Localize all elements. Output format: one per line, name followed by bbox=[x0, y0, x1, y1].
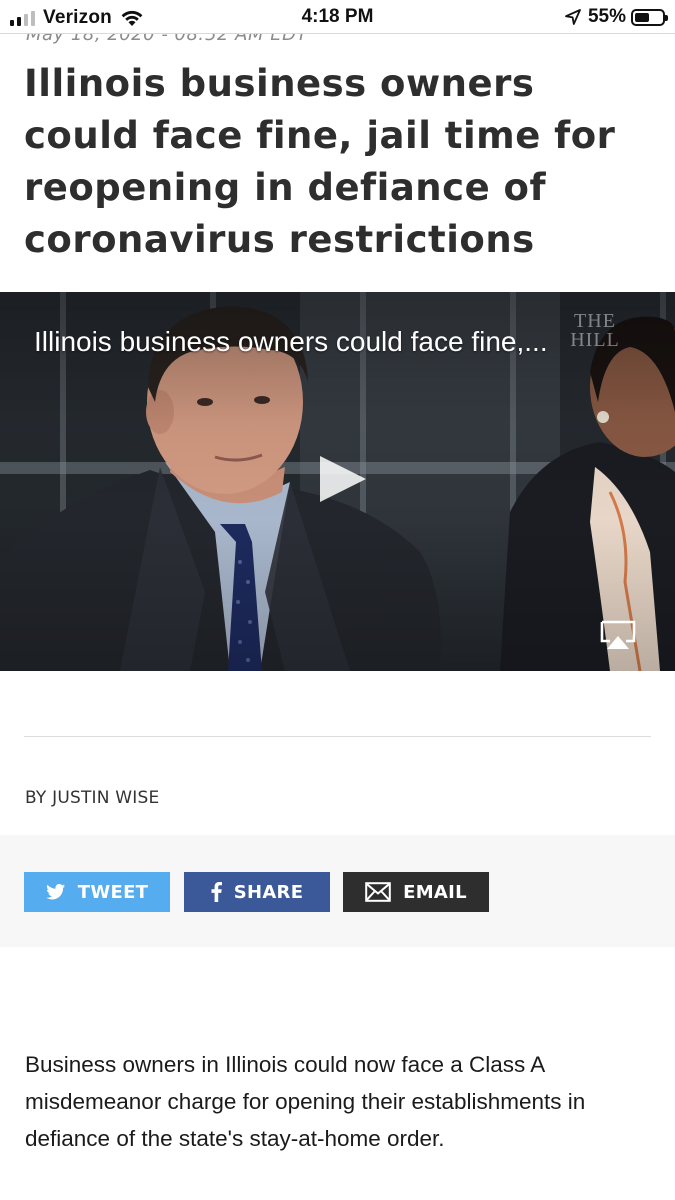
article-body-paragraph: Business owners in Illinois could now fa… bbox=[25, 1052, 586, 1151]
battery-fill bbox=[635, 12, 650, 22]
facebook-share-button[interactable]: SHARE bbox=[184, 872, 330, 912]
status-right: 55% bbox=[564, 6, 668, 28]
video-player[interactable]: THE HILL Illinois business owners could … bbox=[0, 292, 675, 671]
section-divider bbox=[24, 736, 651, 737]
article-page: Verizon 4:18 PM 55% May 18, 2020 - 08:52… bbox=[0, 0, 675, 1200]
email-label: EMAIL bbox=[403, 881, 467, 903]
facebook-icon bbox=[211, 882, 222, 902]
video-title: Illinois business owners could face fine… bbox=[34, 326, 548, 357]
status-bar: Verizon 4:18 PM 55% bbox=[0, 0, 675, 34]
mail-icon bbox=[365, 882, 391, 902]
location-arrow-icon bbox=[565, 9, 581, 25]
play-icon[interactable] bbox=[318, 455, 368, 503]
share-label: SHARE bbox=[233, 881, 304, 903]
airplay-icon[interactable] bbox=[599, 619, 637, 651]
battery-percent: 55% bbox=[587, 6, 626, 27]
tweet-label: TWEET bbox=[77, 881, 149, 903]
article-byline[interactable]: BY JUSTIN WISE bbox=[25, 788, 159, 808]
twitter-icon bbox=[45, 884, 65, 900]
email-share-button[interactable]: EMAIL bbox=[343, 872, 489, 912]
battery-icon bbox=[631, 8, 668, 26]
tweet-button[interactable]: TWEET bbox=[24, 872, 170, 912]
share-bar: TWEET SHARE EMAIL bbox=[0, 835, 675, 947]
article-headline: Illinois business owners could face fine… bbox=[24, 62, 616, 261]
